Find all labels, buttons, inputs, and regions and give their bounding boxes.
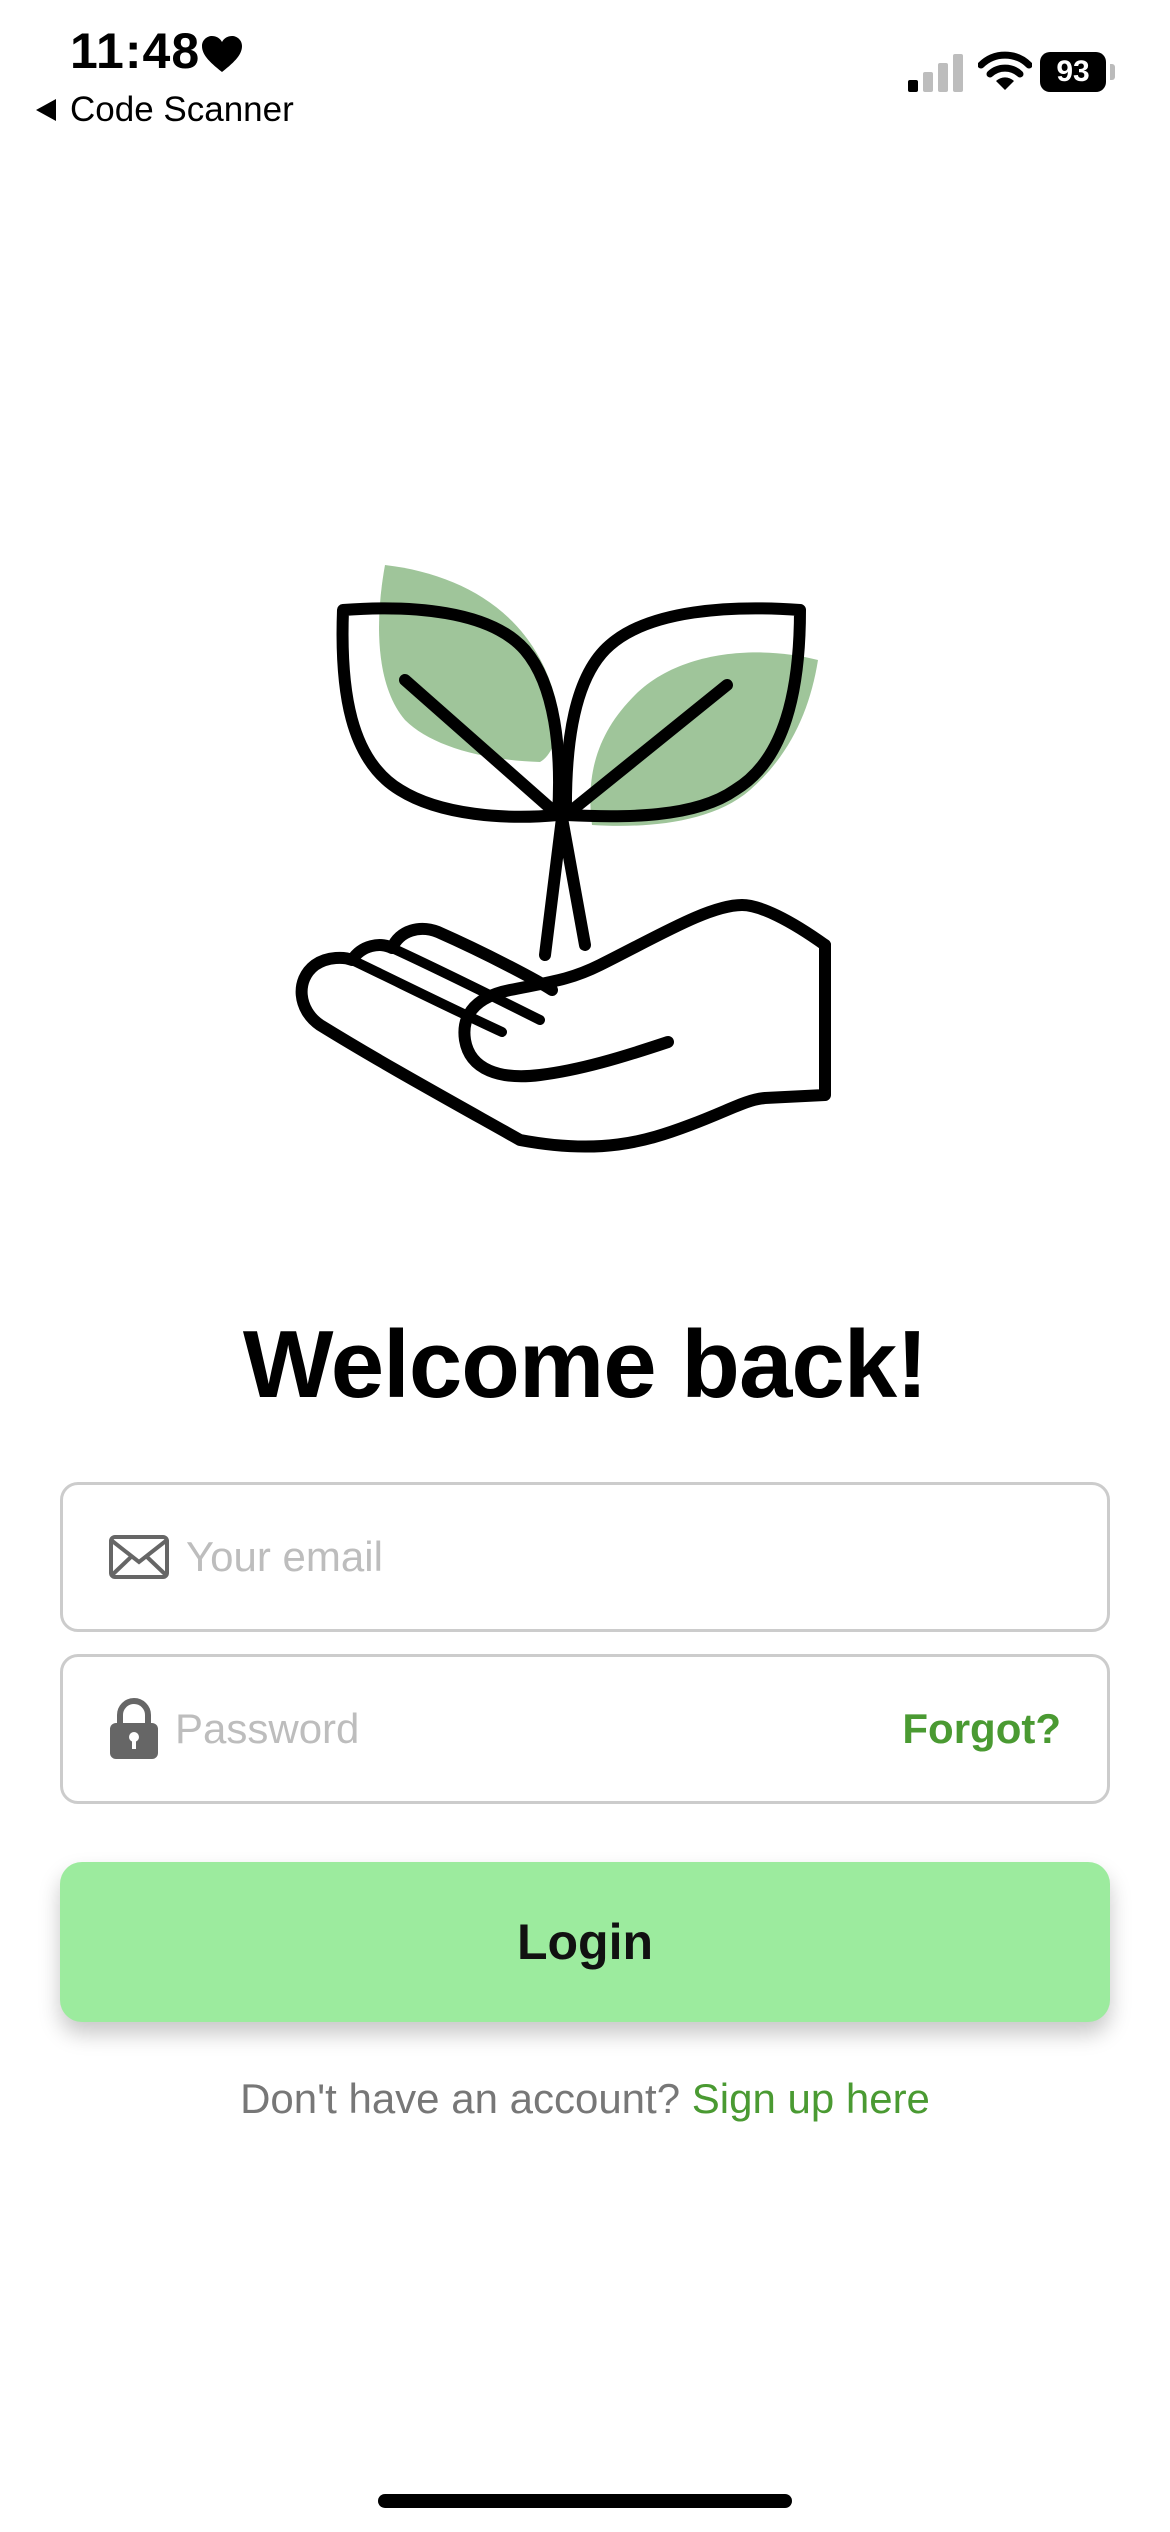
signup-prompt-row: Don't have an account? Sign up here xyxy=(0,2075,1170,2123)
mail-icon xyxy=(109,1535,169,1579)
battery-cap xyxy=(1110,64,1115,80)
back-app-label: Code Scanner xyxy=(70,90,294,129)
wifi-icon xyxy=(978,51,1032,90)
email-placeholder: Your email xyxy=(186,1533,383,1580)
lock-icon xyxy=(110,1698,158,1759)
password-placeholder: Password xyxy=(175,1705,360,1752)
hand-holding-sprout-icon xyxy=(295,565,831,1153)
battery-indicator: 93 xyxy=(1040,52,1106,92)
forgot-password-link[interactable]: Forgot? xyxy=(902,1705,1061,1753)
login-button[interactable]: Login xyxy=(60,1862,1110,2022)
home-indicator[interactable] xyxy=(378,2494,792,2508)
signup-link[interactable]: Sign up here xyxy=(692,2075,930,2122)
heart-icon xyxy=(202,36,242,72)
cellular-signal-icon xyxy=(908,54,963,92)
email-field[interactable]: Your email xyxy=(60,1482,1110,1632)
page-title: Welcome back! xyxy=(242,1311,928,1418)
status-time: 11:48 xyxy=(70,23,201,79)
back-to-app-link[interactable]: Code Scanner xyxy=(36,90,294,130)
status-bar: 11:48 Code Scanner 93 xyxy=(0,0,1170,150)
back-arrow-icon xyxy=(36,99,56,121)
signup-prompt: Don't have an account? xyxy=(240,2075,681,2122)
password-field[interactable]: Password Forgot? xyxy=(60,1654,1110,1804)
